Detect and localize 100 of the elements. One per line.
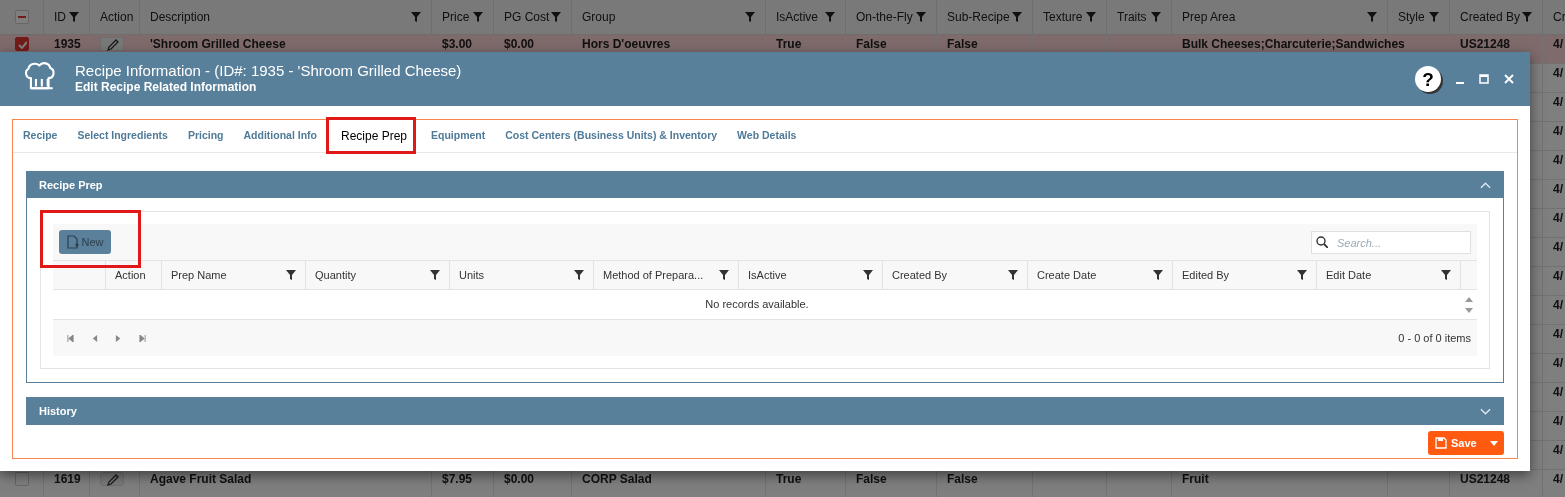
last-page-icon[interactable] [139,334,146,342]
table-cell: $0.00 [504,37,535,51]
table-cell: 4/ [1553,182,1563,196]
filter-icon[interactable] [719,270,729,280]
table-cell: 4/ [1553,269,1563,283]
column-header[interactable]: Method of Prepara... [603,266,704,284]
close-icon[interactable] [1504,74,1514,84]
filter-icon[interactable] [286,270,296,280]
row-checkbox[interactable] [14,472,29,486]
tab[interactable]: Select Ingredients [67,120,178,152]
table-cell: 4/ [1553,385,1563,399]
table-cell: False [947,37,978,51]
column-header[interactable]: IsActive [748,266,787,284]
column-header[interactable]: Description [150,8,211,26]
edit-button[interactable] [100,37,124,51]
table-cell: 4/ [1553,240,1563,254]
column-header[interactable]: Texture [1043,8,1083,26]
tab[interactable]: Web Details [727,120,807,152]
table-cell: False [856,37,887,51]
column-header[interactable]: Prep Area [1182,8,1236,26]
next-page-icon[interactable] [115,334,122,342]
new-button[interactable]: New [59,230,111,254]
column-header[interactable]: Edit Date [1326,266,1372,284]
table-cell: 4/ [1553,153,1563,167]
column-header[interactable]: Action [115,266,146,284]
save-button[interactable]: Save [1428,431,1504,455]
column-header[interactable]: Group [582,8,616,26]
panel-title: History [39,403,77,419]
table-cell: True [776,37,802,51]
pager-info: 0 - 0 of 0 items [1398,330,1471,346]
tab[interactable]: Additional Info [233,120,327,152]
window-title: Recipe Information - (ID#: 1935 - 'Shroom Grilled Cheese) [75,62,462,79]
column-header[interactable]: ID [54,8,66,26]
panel-header[interactable]: History [27,398,1503,424]
column-header[interactable]: Units [459,266,485,284]
table-cell: 'Shroom Grilled Cheese [150,37,286,51]
column-header[interactable]: Created By [1460,8,1521,26]
column-header[interactable]: Quantity [315,266,356,284]
new-document-icon [66,235,80,249]
search-field[interactable]: Search... [1311,231,1471,255]
column-header[interactable]: Style [1398,8,1425,26]
filter-icon[interactable] [430,270,440,280]
chevron-down-icon[interactable] [1480,406,1491,416]
filter-icon[interactable] [1297,270,1307,280]
table-cell: 4/ [1553,66,1563,80]
table-cell: 4/ [1553,472,1563,486]
table-cell: CORP Salad [582,472,652,486]
column-header[interactable]: On-the-Fly [856,8,913,26]
edit-button[interactable] [100,472,124,486]
pencil-icon [105,37,119,51]
table-cell: 4/ [1553,356,1563,370]
column-header[interactable]: Action [100,8,134,26]
filter-icon[interactable] [863,270,873,280]
pencil-icon [105,472,119,486]
column-header[interactable]: Price [442,8,470,26]
tab[interactable]: Recipe [13,120,68,152]
panel-title: Recipe Prep [39,177,103,193]
table-cell: 4/ [1553,95,1563,109]
panel-header[interactable]: Recipe Prep [27,172,1503,198]
first-page-icon[interactable] [67,334,74,342]
table-cell: $3.00 [442,37,473,51]
column-header[interactable]: IsActive [776,8,818,26]
filter-icon[interactable] [1008,270,1018,280]
column-header[interactable]: PG Cost [504,8,550,26]
tab[interactable]: Cost Centers (Business Units) & Inventory [495,120,728,152]
filter-icon[interactable] [1441,270,1451,280]
table-cell: False [856,472,887,486]
column-header[interactable]: Create Date [1037,266,1097,284]
table-cell: $7.95 [442,472,473,486]
column-header[interactable]: Traits [1117,8,1147,26]
column-header[interactable]: Edited By [1182,266,1230,284]
scroll-down-icon[interactable] [1465,307,1473,313]
table-cell: Hors D'oeuvres [582,37,671,51]
table-cell: 4/ [1553,327,1563,341]
table-cell: Bulk Cheeses;Charcuterie;Sandwiches [1182,37,1405,51]
row-checkbox[interactable] [14,37,29,51]
filter-icon[interactable] [574,270,584,280]
check-icon [16,39,27,49]
filter-icon[interactable] [1153,270,1163,280]
table-cell: $0.00 [504,472,535,486]
table-cell: Fruit [1182,472,1209,486]
help-button[interactable]: ? [1415,66,1441,92]
chevron-up-icon[interactable] [1480,180,1491,190]
empty-message: No records available. [704,297,810,313]
tab[interactable]: Equipment [421,120,496,152]
maximize-icon[interactable] [1479,74,1489,84]
table-cell: False [947,472,978,486]
window-subtitle: Edit Recipe Related Information [75,79,258,96]
table-cell: 1619 [54,472,81,486]
table-cell: 4/ [1553,414,1563,428]
column-header[interactable]: Prep Name [171,266,227,284]
table-cell: 4/ [1553,37,1563,51]
column-header[interactable]: Created By [892,266,948,284]
column-header[interactable]: Cr [1553,8,1565,26]
tab[interactable]: Pricing [177,120,234,152]
select-all-checkbox[interactable] [14,10,29,24]
column-header[interactable]: Sub-Recipe [947,8,1010,26]
search-icon [1316,235,1328,248]
table-cell: 4/ [1553,211,1563,225]
previous-page-icon[interactable] [91,334,98,342]
